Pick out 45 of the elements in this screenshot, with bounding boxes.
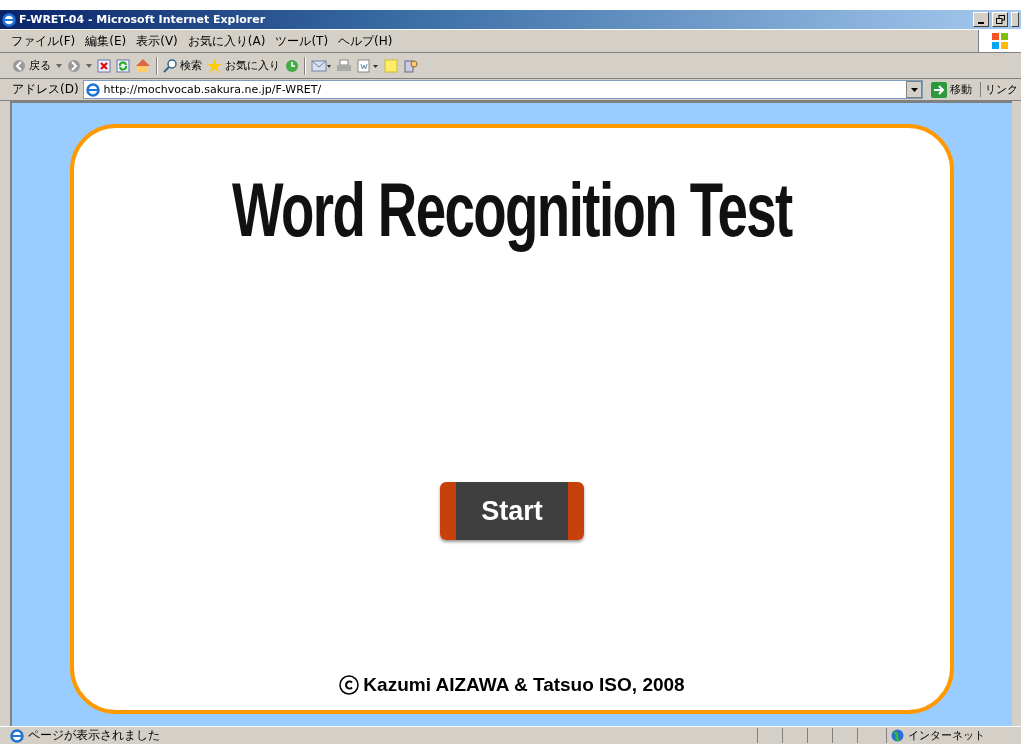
start-button[interactable]: Start [440, 482, 584, 540]
caret-icon[interactable] [56, 63, 62, 68]
history-icon[interactable] [285, 58, 299, 73]
page-title: Word Recognition Test [232, 166, 792, 254]
printer-icon[interactable] [336, 58, 352, 73]
menu-item[interactable]: 表示(V) [131, 32, 183, 50]
window-title: F-WRET-04 - Microsoft Internet Explorer [19, 13, 267, 26]
mail-icon[interactable] [311, 58, 331, 73]
menu-item[interactable]: ヘルプ(H) [333, 32, 398, 50]
dropdown-button[interactable] [906, 81, 922, 98]
star-icon [207, 58, 222, 73]
copyright-icon [339, 675, 360, 695]
search-icon [163, 58, 177, 73]
stop-icon[interactable] [97, 58, 111, 73]
forward-icon[interactable] [67, 58, 81, 73]
menu-item[interactable]: お気に入り(A) [182, 32, 271, 50]
globe-icon [891, 729, 904, 742]
copyright-text: Kazumi AIZAWA & Tatsuo ISO, 2008 [363, 674, 685, 696]
restore-button[interactable] [992, 12, 1008, 27]
links-button[interactable]: リンク [980, 82, 1021, 97]
close-button[interactable] [1011, 12, 1019, 27]
address-field[interactable]: http://mochvocab.sakura.ne.jp/F-WRET/ [82, 80, 923, 99]
document-icon[interactable] [357, 58, 379, 73]
favorites-button[interactable]: お気に入り [207, 58, 280, 73]
menu-item[interactable]: ツール(T) [270, 32, 334, 50]
arrow-icon [931, 81, 947, 98]
go-button[interactable]: 移動 [927, 81, 976, 98]
back-button[interactable]: 戻る [12, 58, 51, 73]
home-icon[interactable] [135, 58, 151, 73]
menu-item[interactable]: 編集(E) [80, 32, 132, 50]
caret-icon [910, 87, 918, 92]
search-button[interactable]: 検索 [163, 58, 202, 73]
zone-text: インターネット [908, 728, 985, 743]
restore-icon [995, 15, 1005, 24]
minimize-icon [978, 21, 984, 24]
refresh-icon[interactable] [116, 58, 130, 73]
page-icon [85, 82, 100, 97]
minimize-button[interactable] [973, 12, 989, 27]
menu-item[interactable]: ファイル(F) [6, 32, 81, 50]
status-text: ページが表示されました [28, 727, 161, 744]
address-label: アドレス(D) [12, 81, 79, 98]
windows-flag-icon [991, 32, 1009, 50]
caret-icon[interactable] [86, 63, 92, 68]
browser-icon [2, 12, 16, 27]
back-icon [12, 58, 26, 73]
